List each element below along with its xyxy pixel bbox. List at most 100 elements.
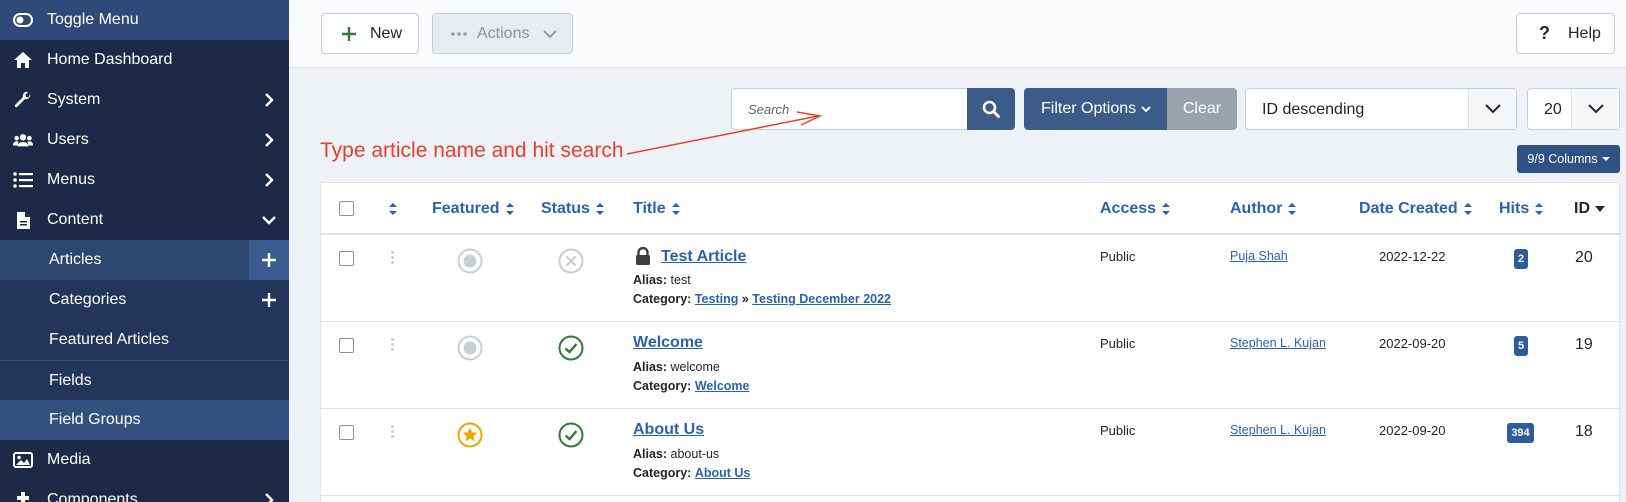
sidebar-item-label: Featured Articles — [49, 331, 170, 348]
category-link[interactable]: About Us — [695, 466, 751, 480]
home-icon — [13, 50, 33, 70]
alias-value: welcome — [670, 360, 720, 374]
sidebar-item-articles[interactable]: Articles — [0, 240, 289, 280]
alias-text: Alias: welcome — [633, 360, 720, 374]
author-link[interactable]: Stephen L. Kujan — [1230, 336, 1326, 350]
add-category-button[interactable] — [249, 280, 289, 320]
category-parent-link[interactable]: Testing — [695, 292, 739, 306]
sidebar-item-label: Users — [47, 131, 89, 148]
author-link[interactable]: Puja Shah — [1230, 249, 1288, 263]
unpublished-icon[interactable] — [558, 248, 584, 274]
puzzle-icon — [13, 490, 33, 502]
drag-handle-icon[interactable] — [391, 338, 395, 353]
sort-select[interactable]: ID descending — [1245, 88, 1517, 130]
sort-desc-icon — [1595, 205, 1605, 212]
chevron-right-icon — [265, 493, 274, 502]
sidebar-toggle-menu[interactable]: Toggle Menu — [0, 0, 289, 40]
unfeatured-icon[interactable] — [457, 248, 483, 274]
sidebar-item-fields[interactable]: Fields — [0, 360, 289, 400]
date-created-value: 2022-12-22 — [1379, 249, 1446, 264]
sidebar-item-categories[interactable]: Categories — [0, 280, 289, 320]
drag-handle-icon[interactable] — [391, 251, 395, 266]
sort-value: ID descending — [1262, 101, 1365, 118]
search-placeholder: Search — [748, 102, 790, 117]
title-cell: Welcome — [633, 334, 703, 352]
columns-label: 9/9 Columns — [1527, 152, 1598, 166]
chevron-right-icon — [265, 133, 274, 147]
limit-dropdown-toggle[interactable] — [1571, 89, 1619, 129]
sidebar-item-label: Field Groups — [49, 411, 141, 428]
search-input[interactable]: Search — [731, 88, 968, 130]
sidebar-item-label: Categories — [49, 291, 127, 308]
featured-star-icon[interactable] — [457, 422, 483, 448]
category-label: Category: — [633, 466, 692, 480]
date-created-header[interactable]: Date Created — [1359, 183, 1473, 234]
status-header[interactable]: Status — [541, 183, 605, 234]
hits-header[interactable]: Hits — [1499, 183, 1544, 234]
drag-handle-icon[interactable] — [391, 425, 395, 440]
article-title-link[interactable]: About Us — [633, 421, 704, 438]
row-checkbox[interactable] — [339, 425, 354, 440]
sidebar-item-components[interactable]: Components — [0, 480, 289, 502]
unfeatured-icon[interactable] — [457, 335, 483, 361]
search-button[interactable] — [967, 88, 1015, 130]
alias-text: Alias: about-us — [633, 447, 719, 461]
sidebar-item-label: Toggle Menu — [47, 11, 139, 28]
published-icon[interactable] — [558, 422, 584, 448]
article-title-link[interactable]: Welcome — [633, 334, 703, 351]
featured-header[interactable]: Featured — [432, 183, 515, 234]
new-button-label: New — [370, 24, 403, 42]
author-header[interactable]: Author — [1230, 183, 1297, 234]
hits-badge: 2 — [1514, 249, 1528, 269]
sidebar-item-home[interactable]: Home Dashboard — [0, 40, 289, 80]
columns-button[interactable]: 9/9 Columns — [1517, 145, 1620, 173]
lock-icon — [636, 247, 650, 265]
list-limit-select[interactable]: 20 — [1527, 88, 1620, 130]
featured-header-label: Featured — [432, 199, 500, 217]
category-link[interactable]: Welcome — [695, 379, 750, 393]
row-checkbox[interactable] — [339, 338, 354, 353]
row-checkbox[interactable] — [339, 251, 354, 266]
access-header[interactable]: Access — [1100, 183, 1171, 234]
chevron-down-icon — [543, 29, 558, 39]
select-all-checkbox[interactable] — [339, 201, 354, 216]
sidebar-item-media[interactable]: Media — [0, 440, 289, 480]
status-header-label: Status — [541, 199, 590, 217]
sidebar-item-menus[interactable]: Menus — [0, 160, 289, 200]
sidebar-item-users[interactable]: Users — [0, 120, 289, 160]
toggle-icon — [13, 10, 33, 30]
category-link[interactable]: Testing December 2022 — [752, 292, 891, 306]
caret-down-icon — [1141, 106, 1151, 113]
sort-icon — [595, 202, 604, 215]
sort-icon — [1463, 202, 1472, 215]
title-header[interactable]: Title — [633, 183, 681, 234]
sidebar-item-content[interactable]: Content — [0, 200, 289, 240]
clear-button[interactable]: Clear — [1167, 88, 1237, 130]
access-value: Public — [1100, 336, 1136, 351]
ordering-sort-header[interactable] — [388, 183, 398, 234]
hits-badge: 394 — [1507, 423, 1534, 443]
actions-button[interactable]: Actions — [432, 13, 573, 54]
sidebar-item-label: Components — [47, 491, 138, 502]
new-button[interactable]: New — [321, 13, 419, 54]
ellipsis-icon — [451, 31, 467, 36]
sidebar-item-label: Home Dashboard — [47, 51, 173, 68]
article-title-link[interactable]: Test Article — [661, 248, 746, 266]
sidebar-item-system[interactable]: System — [0, 80, 289, 120]
title-header-label: Title — [633, 199, 666, 217]
add-article-button[interactable] — [249, 240, 289, 280]
author-link[interactable]: Stephen L. Kujan — [1230, 423, 1326, 437]
published-icon[interactable] — [558, 335, 584, 361]
sidebar-item-featured-articles[interactable]: Featured Articles — [0, 320, 289, 360]
help-button[interactable]: ? Help — [1516, 13, 1615, 54]
filter-options-button[interactable]: Filter Options — [1024, 88, 1168, 130]
sort-icon — [389, 202, 397, 215]
sort-dropdown-toggle[interactable] — [1468, 89, 1516, 129]
sidebar-item-label: Fields — [49, 371, 92, 389]
sidebar-item-field-groups[interactable]: Field Groups — [0, 400, 289, 440]
id-header[interactable]: ID — [1574, 183, 1605, 234]
category-label: Category: — [633, 292, 692, 306]
sidebar-item-label: Content — [47, 211, 104, 228]
plus-icon — [262, 293, 276, 307]
date-created-value: 2022-09-20 — [1379, 423, 1446, 438]
